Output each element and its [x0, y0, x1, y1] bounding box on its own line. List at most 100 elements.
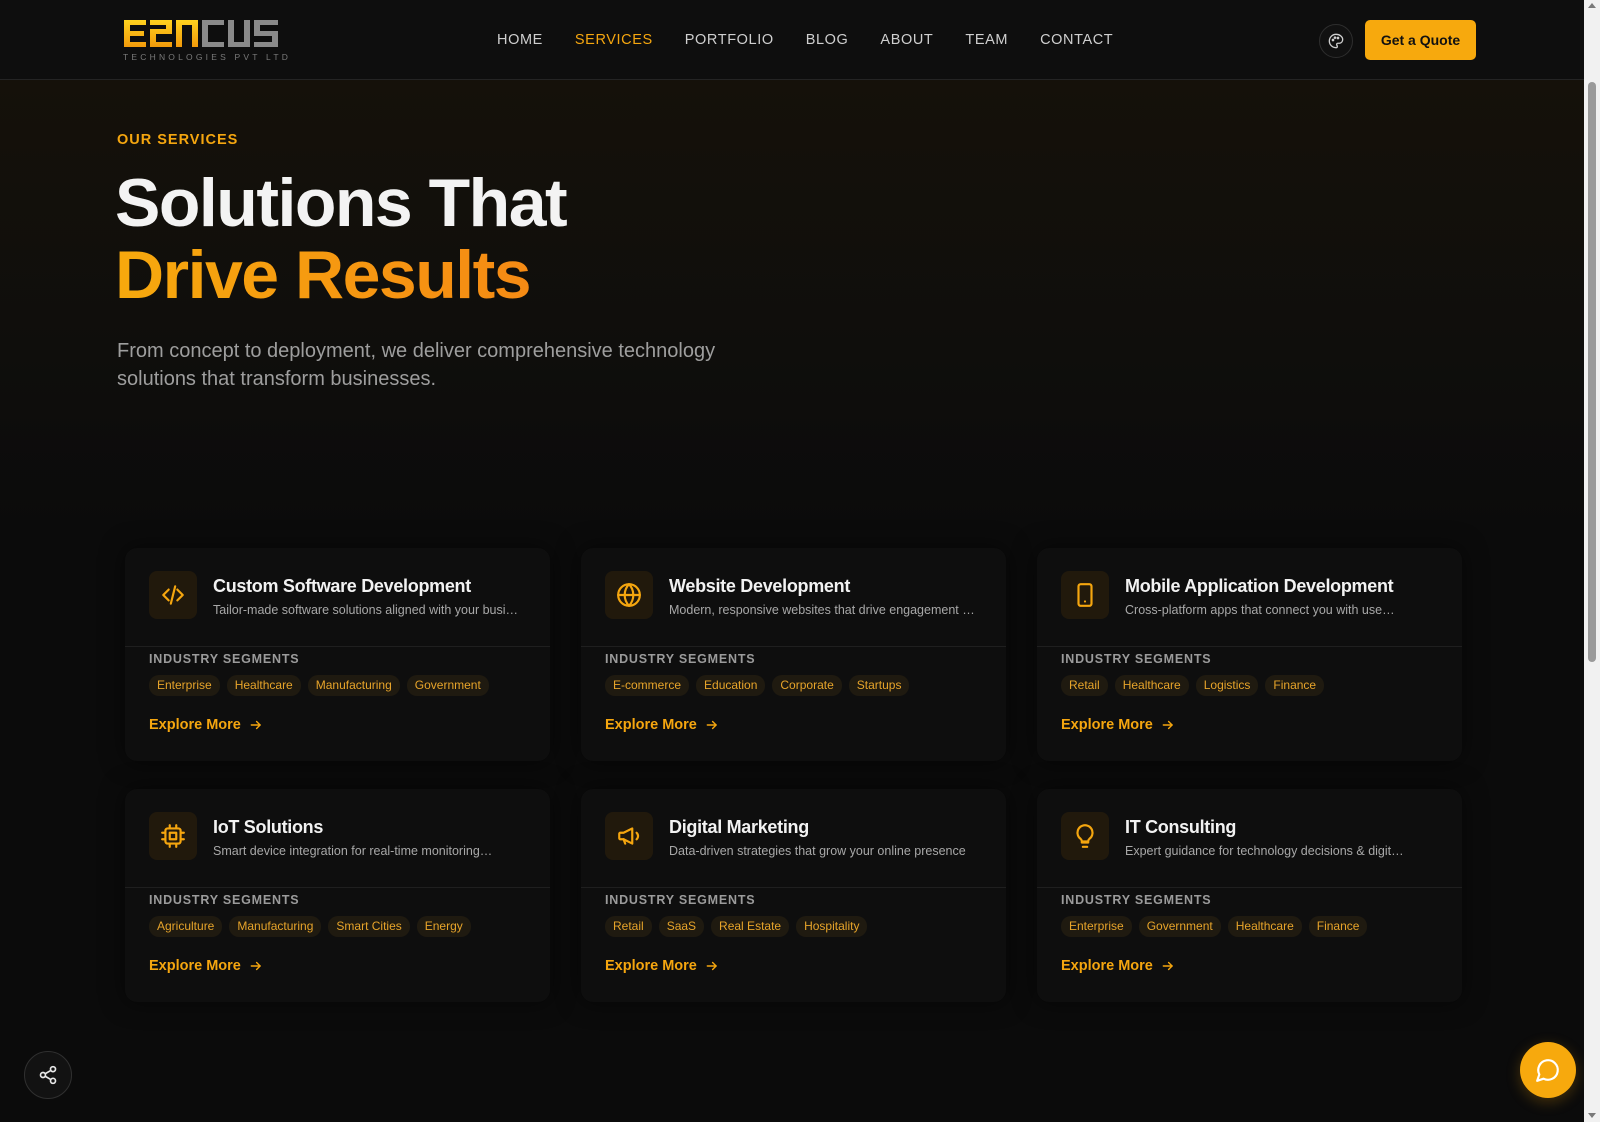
- scroll-down-arrow[interactable]: [1588, 1113, 1596, 1118]
- service-description: Smart device integration for real-time m…: [213, 844, 495, 858]
- service-title: Custom Software Development: [213, 576, 471, 596]
- service-description: Expert guidance for technology decisions…: [1125, 844, 1405, 858]
- industry-tag: Real Estate: [711, 916, 790, 937]
- nav-team[interactable]: TEAM: [965, 31, 1008, 49]
- industry-tags: Agriculture Manufacturing Smart Cities E…: [149, 916, 471, 937]
- hero-title-line1: Solutions That: [115, 165, 568, 241]
- code-icon: [162, 585, 184, 605]
- service-card-iot-solutions[interactable]: IoT Solutions Smart device integration f…: [125, 789, 550, 1002]
- palette-icon: [1328, 33, 1344, 49]
- arrow-right-icon: [706, 720, 717, 730]
- service-card-mobile-app-development[interactable]: Mobile Application Development Cross-pla…: [1037, 548, 1462, 761]
- industry-tag: Education: [696, 675, 766, 696]
- explore-more-link[interactable]: Explore More: [605, 958, 719, 974]
- chat-button[interactable]: [1520, 1042, 1576, 1098]
- industry-tag: Corporate: [772, 675, 842, 696]
- logo-mark: TECHNOLOGIES PVT LTD: [123, 20, 288, 62]
- service-description: Cross-platform apps that connect you wit…: [1125, 603, 1397, 617]
- industry-tags: Retail SaaS Real Estate Hospitality: [605, 916, 868, 937]
- industry-tag: Agriculture: [149, 916, 223, 937]
- service-description: Data-driven strategies that grow your on…: [669, 844, 966, 858]
- explore-more-link[interactable]: Explore More: [605, 717, 719, 733]
- card-divider: [1037, 646, 1462, 647]
- page-scrollbar[interactable]: [1584, 0, 1600, 1122]
- industry-tag: Logistics: [1195, 675, 1259, 696]
- scroll-up-arrow[interactable]: [1588, 3, 1596, 8]
- industry-tags: Enterprise Healthcare Manufacturing Gove…: [149, 675, 489, 696]
- explore-more-label: Explore More: [1061, 717, 1153, 733]
- share-icon: [39, 1065, 57, 1085]
- arrow-right-icon: [250, 720, 261, 730]
- industry-tag: Manufacturing: [307, 675, 400, 696]
- nav-services[interactable]: SERVICES: [575, 31, 653, 49]
- chat-icon: [1536, 1059, 1559, 1082]
- industry-tag: Government: [406, 675, 489, 696]
- industry-tag: Retail: [605, 916, 652, 937]
- service-card-digital-marketing[interactable]: Digital Marketing Data-driven strategies…: [581, 789, 1006, 1002]
- industry-tag: Healthcare: [1114, 675, 1189, 696]
- hero-description: From concept to deployment, we deliver c…: [117, 340, 716, 390]
- industry-tag: Healthcare: [226, 675, 301, 696]
- industry-tag: Finance: [1308, 916, 1368, 937]
- site-header: TECHNOLOGIES PVT LTD HOME SERVICES PORTF…: [0, 0, 1584, 80]
- service-title: Mobile Application Development: [1125, 576, 1394, 596]
- industry-tag: Startups: [848, 675, 910, 696]
- explore-more-link[interactable]: Explore More: [149, 958, 263, 974]
- industry-tags: Retail Healthcare Logistics Finance: [1061, 675, 1325, 696]
- service-title: IoT Solutions: [213, 817, 324, 837]
- nav-home[interactable]: HOME: [497, 31, 543, 49]
- nav-about[interactable]: ABOUT: [880, 31, 933, 49]
- explore-more-label: Explore More: [149, 717, 241, 733]
- industry-segments-label: INDUSTRY SEGMENTS: [605, 893, 756, 907]
- arrow-right-icon: [1162, 961, 1173, 971]
- industry-segments-label: INDUSTRY SEGMENTS: [1061, 652, 1212, 666]
- service-card-it-consulting[interactable]: IT Consulting Expert guidance for techno…: [1037, 789, 1462, 1002]
- smartphone-icon-box: [1061, 571, 1109, 619]
- cpu-icon-box: [149, 812, 197, 860]
- industry-tag: Finance: [1265, 675, 1325, 696]
- code-icon-box: [149, 571, 197, 619]
- hero-title-line2: Drive Results: [115, 237, 532, 313]
- industry-tag: Retail: [1061, 675, 1108, 696]
- nav-contact[interactable]: CONTACT: [1040, 31, 1113, 49]
- card-divider: [125, 646, 550, 647]
- industry-tag: Government: [1138, 916, 1221, 937]
- card-divider: [125, 887, 550, 888]
- industry-tag: SaaS: [658, 916, 705, 937]
- explore-more-link[interactable]: Explore More: [1061, 958, 1175, 974]
- service-card-website-development[interactable]: Website Development Modern, responsive w…: [581, 548, 1006, 761]
- globe-icon: [617, 583, 641, 607]
- nav-blog[interactable]: BLOG: [806, 31, 849, 49]
- megaphone-icon: [618, 827, 640, 845]
- service-title: Website Development: [669, 576, 851, 596]
- cpu-icon: [161, 824, 185, 848]
- theme-toggle-button[interactable]: [1319, 24, 1353, 58]
- industry-segments-label: INDUSTRY SEGMENTS: [149, 893, 300, 907]
- nav-portfolio[interactable]: PORTFOLIO: [685, 31, 774, 49]
- section-eyebrow: OUR SERVICES: [117, 132, 239, 148]
- explore-more-label: Explore More: [605, 717, 697, 733]
- explore-more-label: Explore More: [149, 958, 241, 974]
- service-title: Digital Marketing: [669, 817, 809, 837]
- industry-tag: Enterprise: [1061, 916, 1132, 937]
- industry-tag: Smart Cities: [328, 916, 410, 937]
- industry-segments-label: INDUSTRY SEGMENTS: [1061, 893, 1212, 907]
- brand-logo[interactable]: TECHNOLOGIES PVT LTD: [122, 17, 288, 63]
- service-card-custom-software[interactable]: Custom Software Development Tailor-made …: [125, 548, 550, 761]
- industry-tag: Enterprise: [149, 675, 220, 696]
- industry-tag: Healthcare: [1227, 916, 1302, 937]
- service-description: Modern, responsive websites that drive e…: [669, 603, 979, 617]
- get-a-quote-button[interactable]: Get a Quote: [1365, 20, 1476, 60]
- service-description: Tailor-made software solutions aligned w…: [213, 603, 523, 617]
- arrow-right-icon: [1162, 720, 1173, 730]
- explore-more-link[interactable]: Explore More: [149, 717, 263, 733]
- card-divider: [581, 646, 1006, 647]
- share-button[interactable]: [24, 1051, 72, 1099]
- lightbulb-icon-box: [1061, 812, 1109, 860]
- lightbulb-icon: [1076, 824, 1094, 848]
- explore-more-link[interactable]: Explore More: [1061, 717, 1175, 733]
- industry-tags: Enterprise Government Healthcare Finance: [1061, 916, 1368, 937]
- card-divider: [581, 887, 1006, 888]
- industry-tag: Energy: [416, 916, 471, 937]
- scrollbar-thumb[interactable]: [1588, 82, 1596, 662]
